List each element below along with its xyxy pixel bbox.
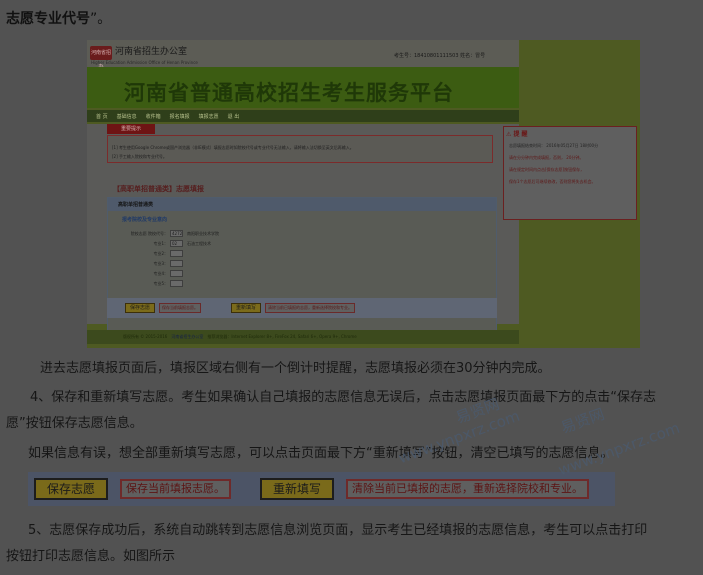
content-area: [1] 考生使用Google Chrome或国产浏览器（非IE模式）填报志愿时如… [87,124,519,331]
save-note: 保存当前填报志愿。 [159,303,201,313]
platform-banner: 河南省普通高校招生考生服务平台 [87,67,519,108]
notice-tag: 重要提示 [107,124,155,134]
user-info: 考生号：18410801111503 姓名：冒号 [394,53,486,59]
office-logo: 河南省招办 [90,46,112,70]
form-title: 【高职单招普通类】志愿填报 [113,185,204,193]
major-row: 专业1： 02 石油工程技术 [118,240,211,247]
tip-title-text: 提 醒 [513,131,528,138]
major-row: 专业4： [118,270,183,277]
embedded-screenshot: 河南省招办 河南省招生办公室 Higher Education Admissio… [87,40,640,348]
college-row: 院校志愿 院校代号： 4272 南阳职业技术学院 [118,230,219,237]
college-code-input[interactable]: 4272 [170,230,183,237]
tip-title: ⚠ 提 醒 [506,129,528,138]
save-button[interactable]: 保存志愿 [125,303,155,313]
reset-note-large: 清除当前已填报的志愿，重新选择院校和专业。 [346,479,589,499]
major-row: 专业5： [118,280,183,287]
tip-line: 志愿填报结束时间： 2016年05月27日 18时00分 [509,143,599,148]
reset-button[interactable]: 重新填写 [231,303,261,313]
panel-header: 高职单招普通类 [108,198,496,211]
footer-browser: 推荐浏览器：Internet Explorer 8+, FireFox 24, … [207,334,357,339]
nav-item-registration[interactable]: 报名填报 [170,113,190,120]
paragraph-print-line1: 5、志愿保存成功后，系统自动跳转到志愿信息浏览页面，显示考生已经填报的志愿信息，… [28,523,648,538]
notice-box: [1] 考生使用Google Chrome或国产浏览器（非IE模式）填报志愿时如… [107,135,493,163]
tip-line: 请在规定时间内点击[保存志愿]按钮保存， [509,167,585,172]
major-name: 石油工程技术 [187,240,211,246]
office-name: 河南省招生办公室 [115,47,188,57]
major-code-input[interactable] [170,280,183,287]
heading-quote: ”。 [90,11,112,27]
footer-copyright: 版权所有 © 2015-2016 [123,334,168,339]
notice-line: [1] 考生使用Google Chrome或国产浏览器（非IE模式）填报志愿时如… [112,145,354,150]
banner-title: 河南省普通高校招生考生服务平台 [124,80,454,105]
button-strip: 保存志愿 保存当前填报志愿。 重新填写 清除当前已填报的志愿，重新选择院校和专业… [28,472,615,506]
save-button-large[interactable]: 保存志愿 [34,478,108,500]
countdown-tip-box: ⚠ 提 醒 志愿填报结束时间： 2016年05月27日 18时00分 请在分分钟… [503,126,637,220]
paragraph-reset: 如果信息有误，想全部重新填写志愿，可以点击页面最下方“重新填写”按钮，清空已填写… [28,446,614,461]
major-code-input[interactable] [170,250,183,257]
paragraph-countdown: 进去志愿填报页面后，填报区域右侧有一个倒计时提醒，志愿填报必须在30分钟内完成。 [40,361,551,376]
paragraph-print-line2: 按钮打印志愿信息。如图所示 [6,549,176,564]
nav-item-volunteer[interactable]: 填报志愿 [199,113,219,120]
notice-line: [2] 手工输入院校和专业代号。 [112,154,167,159]
major-row: 专业2： [118,250,183,257]
nav-item-logout[interactable]: 退 出 [228,113,240,120]
major-label: 专业4： [153,270,168,276]
major-label: 专业2： [153,250,168,256]
paragraph-save-line1: 4、保存和重新填写志愿。考生如果确认自己填报的志愿信息无误后，点击志愿填报页面最… [30,390,657,405]
tip-line: 保存1个志愿后可继续修改，否则您将失去机会。 [509,179,596,184]
major-row: 专业3： [118,260,183,267]
action-bar: 保存志愿 保存当前填报志愿。 重新填写 清除当前已填报的志愿，重新选择院校和专业… [107,298,497,318]
nav-bar: 首 页 基础信息 收件箱 报名填报 填报志愿 退 出 [87,110,519,122]
major-code-input[interactable]: 02 [170,240,183,247]
reset-button-large[interactable]: 重新填写 [260,478,334,500]
section-heading: 志愿专业代号”。 [6,8,111,28]
nav-item-inbox[interactable]: 收件箱 [146,113,161,120]
major-label: 专业3： [153,260,168,266]
save-note-large: 保存当前填报志愿。 [120,479,231,499]
major-code-input[interactable] [170,270,183,277]
office-subtitle: Higher Education Admission Office of Hen… [91,60,198,65]
panel-header-text: 高职单招普通类 [118,202,154,208]
nav-item-home[interactable]: 首 页 [96,113,108,120]
paragraph-save-line2: 愿”按钮保存志愿信息。 [6,416,143,431]
reset-note: 清除当前已填报的志愿，重新选择院校和专业。 [265,303,355,313]
screenshot-page: 河南省招办 河南省招生办公室 Higher Education Admissio… [87,40,519,348]
nav-item-basic-info[interactable]: 基础信息 [117,113,137,120]
page-footer: 版权所有 © 2015-2016 河南省招生办公室 推荐浏览器：Internet… [87,330,519,344]
major-code-input[interactable] [170,260,183,267]
college-name: 南阳职业技术学院 [187,230,219,236]
major-label: 专业5： [153,280,168,286]
tip-line: 请在分分钟内完成填报，否则， 20分钟。 [509,155,584,160]
major-label: 专业1： [153,240,168,246]
heading-text: 志愿专业代号 [6,11,90,27]
panel-section-title: 报考院校及专业意向 [122,217,168,223]
college-label: 院校志愿 院校代号： [130,230,168,236]
office-header: 河南省招办 河南省招生办公室 Higher Education Admissio… [87,40,519,70]
footer-org-link[interactable]: 河南省招生办公室 [171,334,203,340]
